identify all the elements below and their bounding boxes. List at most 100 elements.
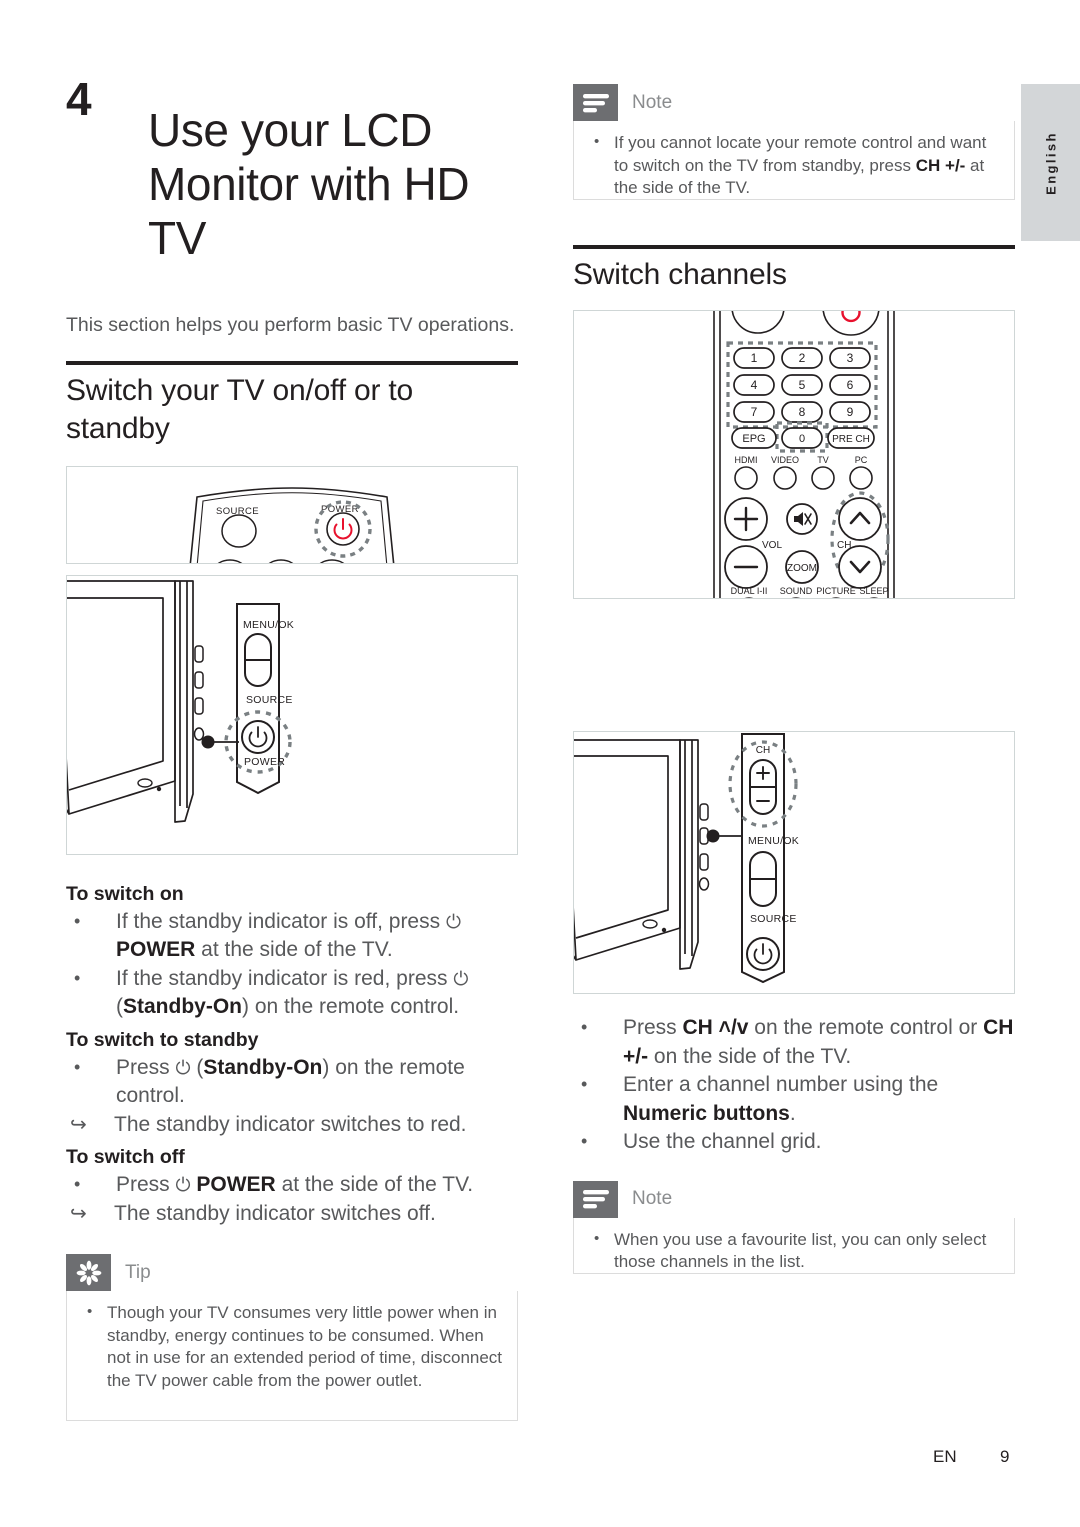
bullet-text-post: ( <box>116 995 123 1019</box>
svg-text:POWER: POWER <box>244 756 285 768</box>
list-to-switch-off: Press ⏻ POWER at the side of the TV. <box>66 1170 518 1200</box>
figure-remote-channels: 1 2 3 4 5 6 7 8 9 EPG 0 PRE CH HDMI VIDE… <box>573 310 1015 599</box>
bullet-text-bold: Standby-On <box>123 995 242 1019</box>
callout-note-top: Note If you cannot locate your remote co… <box>573 84 1015 200</box>
bullet-text-tail: . <box>789 1101 796 1125</box>
asterisk-burst-glyph <box>76 1260 101 1286</box>
footer-page-number: 9 <box>1000 1447 1010 1466</box>
subheading-to-switch-standby: To switch to standby <box>66 1028 259 1051</box>
svg-text:SOUND: SOUND <box>780 586 813 596</box>
callout-note-bottom: Note When you use a favourite list, you … <box>573 1180 1015 1274</box>
right-column: Note If you cannot locate your remote co… <box>573 84 1015 1274</box>
svg-text:EPG: EPG <box>742 433 765 445</box>
list-item: Enter a channel number using the Numeric… <box>573 1070 1015 1128</box>
svg-text:MENU/OK: MENU/OK <box>748 835 799 847</box>
callout-list: When you use a favourite list, you can o… <box>588 1228 1000 1274</box>
list-item: If the standby indicator is off, press ⏻… <box>66 907 518 965</box>
section-rule <box>573 245 1015 249</box>
power-icon: ⏻ <box>175 1056 191 1079</box>
callout-list: If you cannot locate your remote control… <box>588 131 1000 200</box>
asterisk-burst-icon <box>66 1254 111 1292</box>
callout-label: Note <box>632 1188 673 1209</box>
callout-list: Though your TV consumes very little powe… <box>81 1301 503 1392</box>
svg-text:SOURCE: SOURCE <box>246 694 293 706</box>
bullet-text-pre: Press <box>116 1173 176 1197</box>
note-lines-glyph <box>582 93 609 112</box>
bullet-text-pre: Enter a channel number using the <box>623 1073 939 1096</box>
list-item: When you use a favourite list, you can o… <box>588 1228 1000 1274</box>
list-item: Press CH ˄/ᴠ on the remote control or CH… <box>573 1013 1015 1071</box>
language-tab: English <box>1021 84 1080 241</box>
svg-text:CH: CH <box>837 540 851 551</box>
note-lines-icon <box>573 84 618 121</box>
svg-text:PRE CH: PRE CH <box>832 434 870 445</box>
power-icon: ⏻ <box>175 1174 191 1197</box>
bullet-text-pre: Use the channel grid. <box>623 1130 822 1153</box>
callout-label: Tip <box>125 1261 151 1283</box>
bullet-text-pre: If the standby indicator is red, press <box>116 966 454 990</box>
svg-text:HDMI: HDMI <box>735 455 758 465</box>
svg-text:ZOOM: ZOOM <box>787 563 817 574</box>
note-lines-glyph <box>582 1190 609 1209</box>
list-item: Though your TV consumes very little powe… <box>81 1301 503 1392</box>
section-rule <box>66 360 518 365</box>
list-item: If you cannot locate your remote control… <box>588 131 1000 200</box>
remote-channels-illustration: 1 2 3 4 5 6 7 8 9 EPG 0 PRE CH HDMI VIDE… <box>713 311 895 598</box>
chapter-heading: 4 Use your LCD Monitor with HD TV <box>66 72 518 296</box>
tv-side-illustration: MENU/OK SOURCE POWER <box>67 579 294 823</box>
bullet-text-tail: on the remote control or <box>748 1016 984 1039</box>
section-heading-switch-onoff: Switch your TV on/off or to standby <box>66 373 413 445</box>
callout-header: Tip <box>66 1254 518 1292</box>
figure-remote-top: SOURCE POWER <box>66 465 518 564</box>
svg-text:2: 2 <box>799 351 806 365</box>
language-tab-label: English <box>1043 130 1058 195</box>
svg-text:0: 0 <box>799 433 805 445</box>
list-item: Press ⏻ (Standby-On) on the remote contr… <box>66 1053 518 1111</box>
section-heading-switch-channels: Switch channels <box>573 258 787 291</box>
svg-text:4: 4 <box>751 378 758 392</box>
subheading-to-switch-on: To switch on <box>66 882 184 905</box>
svg-text:7: 7 <box>751 405 758 419</box>
svg-text:PICTURE: PICTURE <box>816 586 856 596</box>
svg-text:CH: CH <box>756 745 770 756</box>
chapter-title: Use your LCD Monitor with HD TV <box>148 103 470 264</box>
svg-text:PC: PC <box>855 455 868 465</box>
chapter-number: 4 <box>66 73 92 125</box>
callout-label: Note <box>632 91 673 113</box>
figure-tv-side-left: MENU/OK SOURCE POWER <box>66 574 518 855</box>
bullet-text-pre: Press <box>623 1016 683 1039</box>
callout-header: Note <box>573 84 1015 121</box>
note-text-bold: CH +/- <box>915 155 966 175</box>
callout-body: When you use a favourite list, you can o… <box>573 1217 1015 1274</box>
svg-text:VOL: VOL <box>762 540 782 551</box>
svg-text:3: 3 <box>847 351 854 365</box>
svg-text:MENU/OK: MENU/OK <box>243 619 294 631</box>
svg-text:SLEEP: SLEEP <box>859 586 888 596</box>
footer-locale: EN <box>933 1447 957 1466</box>
bullet-text-tail: at the side of the TV. <box>195 938 393 962</box>
svg-text:SOURCE: SOURCE <box>750 913 797 925</box>
bullet-text-post: ( <box>190 1055 204 1079</box>
bullet-text-tail: ) on the remote control. <box>242 995 460 1019</box>
bullet-text-tail: at the side of the TV. <box>275 1173 474 1197</box>
result-line: The standby indicator switches off. <box>66 1200 518 1229</box>
list-item: If the standby indicator is red, press ⏻… <box>66 964 518 1022</box>
subheading-to-switch-off: To switch off <box>66 1146 185 1169</box>
svg-text:8: 8 <box>799 405 806 419</box>
figure-tv-side-right: CH MENU/OK SOURCE <box>573 731 1015 994</box>
manual-page: English 4 Use your LCD Monitor with HD T… <box>0 0 1080 1527</box>
svg-text:1: 1 <box>751 351 758 365</box>
callout-tip: Tip Though your TV consumes very little … <box>66 1254 518 1422</box>
list-to-switch-standby: Press ⏻ (Standby-On) on the remote contr… <box>66 1053 518 1111</box>
bullet-text-pre: Press <box>116 1055 176 1079</box>
remote-top-illustration: SOURCE POWER <box>189 486 395 563</box>
svg-text:5: 5 <box>799 378 806 392</box>
callout-body: Though your TV consumes very little powe… <box>66 1291 518 1422</box>
svg-text:6: 6 <box>847 378 854 392</box>
bullet-text-bold: Numeric buttons <box>623 1101 790 1125</box>
left-column: 4 Use your LCD Monitor with HD TV This s… <box>66 72 518 1422</box>
svg-text:VIDEO: VIDEO <box>771 455 799 465</box>
list-to-switch-on: If the standby indicator is off, press ⏻… <box>66 907 518 1022</box>
bullet-text-pre: If the standby indicator is off, press <box>116 909 446 933</box>
result-line: The standby indicator switches to red. <box>66 1111 518 1140</box>
